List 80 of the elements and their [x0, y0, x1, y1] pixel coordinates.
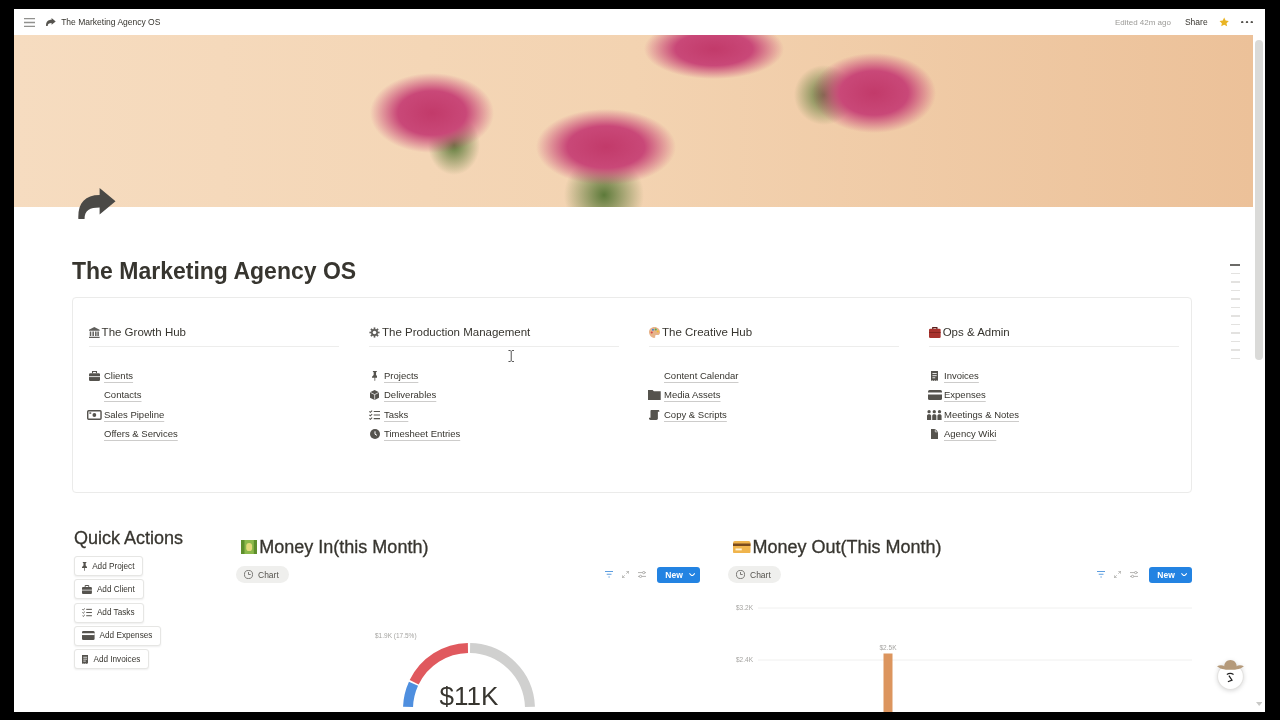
document-icon — [930, 429, 939, 440]
folder-icon — [648, 390, 661, 401]
checklist-icon — [369, 409, 380, 420]
page-link[interactable]: Copy & Scripts — [664, 408, 727, 421]
page-link[interactable]: Invoices — [944, 369, 979, 382]
view-tab[interactable]: Chart — [728, 566, 781, 583]
quick-action-button[interactable]: Add Client — [74, 579, 144, 600]
receipt-icon — [82, 654, 89, 664]
pushpin-icon — [371, 370, 378, 381]
view-tab[interactable]: Chart — [236, 566, 289, 583]
caret-icon — [1180, 572, 1187, 577]
page-link[interactable]: Agency Wiki — [944, 428, 997, 441]
share-button[interactable]: Share — [1184, 17, 1208, 27]
page-link[interactable]: Projects — [384, 369, 419, 382]
curved-arrow-icon — [78, 188, 116, 219]
scroll-down-icon[interactable] — [1255, 702, 1263, 706]
caret-icon — [688, 572, 695, 577]
clock-icon — [369, 429, 380, 440]
box-icon — [369, 390, 380, 401]
donut-total-label: $11K — [439, 681, 499, 711]
page-link[interactable]: Sales Pipeline — [104, 408, 165, 421]
clock-icon — [736, 570, 745, 579]
gear-icon — [369, 326, 380, 338]
hat-avatar-icon[interactable] — [1216, 659, 1245, 690]
new-button[interactable]: New — [657, 566, 700, 583]
briefcase-icon — [82, 584, 92, 594]
sliders-icon[interactable] — [638, 571, 647, 578]
hub-heading: Ops & Admin — [942, 325, 1010, 340]
quick-action-button[interactable]: Add Tasks — [74, 602, 144, 623]
quick-action-button[interactable]: Add Invoices — [74, 649, 150, 670]
outline-marker[interactable] — [1230, 264, 1240, 266]
filter-icon[interactable] — [1096, 571, 1105, 578]
people-icon — [927, 409, 942, 420]
page-link[interactable]: Tasks — [384, 408, 409, 421]
pushpin-icon — [82, 561, 88, 571]
credit-card-icon — [927, 390, 942, 401]
credit-card-icon — [733, 540, 751, 554]
edited-time: Edited 42m ago — [1114, 17, 1171, 27]
section-heading: Quick Actions — [74, 527, 184, 549]
expand-icon[interactable] — [622, 571, 629, 578]
sliders-icon[interactable] — [1130, 571, 1139, 578]
columns-building-icon — [89, 326, 100, 338]
checklist-icon — [82, 608, 92, 618]
breadcrumb-link[interactable]: The Marketing Agency OS — [61, 17, 161, 27]
expand-icon[interactable] — [1114, 571, 1121, 578]
clock-icon — [244, 570, 253, 579]
banknote-icon — [241, 540, 258, 554]
hub-heading: The Creative Hub — [662, 325, 753, 340]
page-link[interactable]: Expenses — [944, 389, 986, 402]
page-title: The Marketing Agency OS — [72, 257, 357, 285]
briefcase-icon — [89, 370, 100, 381]
page-link[interactable]: Content Calendar — [664, 369, 739, 382]
hub-heading: The Production Management — [382, 325, 531, 340]
section-heading: Money In(this Month) — [259, 536, 429, 558]
palette-icon — [649, 326, 660, 338]
star-icon[interactable] — [1218, 17, 1229, 27]
menu-icon[interactable] — [24, 17, 36, 27]
more-options-icon[interactable] — [1241, 20, 1253, 24]
section-heading: Money Out(This Month) — [752, 536, 942, 558]
briefcase-icon — [929, 326, 941, 338]
text-cursor-icon — [508, 350, 515, 362]
filter-icon[interactable] — [604, 571, 613, 578]
page-link[interactable]: Deliverables — [384, 389, 437, 402]
quick-action-button[interactable]: Add Expenses — [74, 625, 162, 646]
page-link[interactable]: Contacts — [104, 389, 142, 402]
scrollbar-thumb[interactable] — [1255, 40, 1263, 360]
page-link[interactable]: Clients — [104, 369, 134, 382]
chart-bar — [883, 653, 893, 712]
credit-card-icon — [82, 631, 95, 641]
scroll-icon — [649, 409, 660, 420]
receipt-icon — [930, 370, 939, 381]
quick-action-button[interactable]: Add Project — [74, 556, 144, 576]
hub-heading: The Growth Hub — [101, 325, 186, 340]
page-link[interactable]: Offers & Services — [104, 428, 178, 441]
new-button[interactable]: New — [1149, 566, 1192, 583]
page-link[interactable]: Timesheet Entries — [384, 428, 461, 441]
curved-arrow-icon — [46, 18, 57, 26]
banknote-icon — [87, 409, 102, 420]
page-link[interactable]: Media Assets — [664, 389, 721, 402]
page-link[interactable]: Meetings & Notes — [944, 408, 1019, 421]
